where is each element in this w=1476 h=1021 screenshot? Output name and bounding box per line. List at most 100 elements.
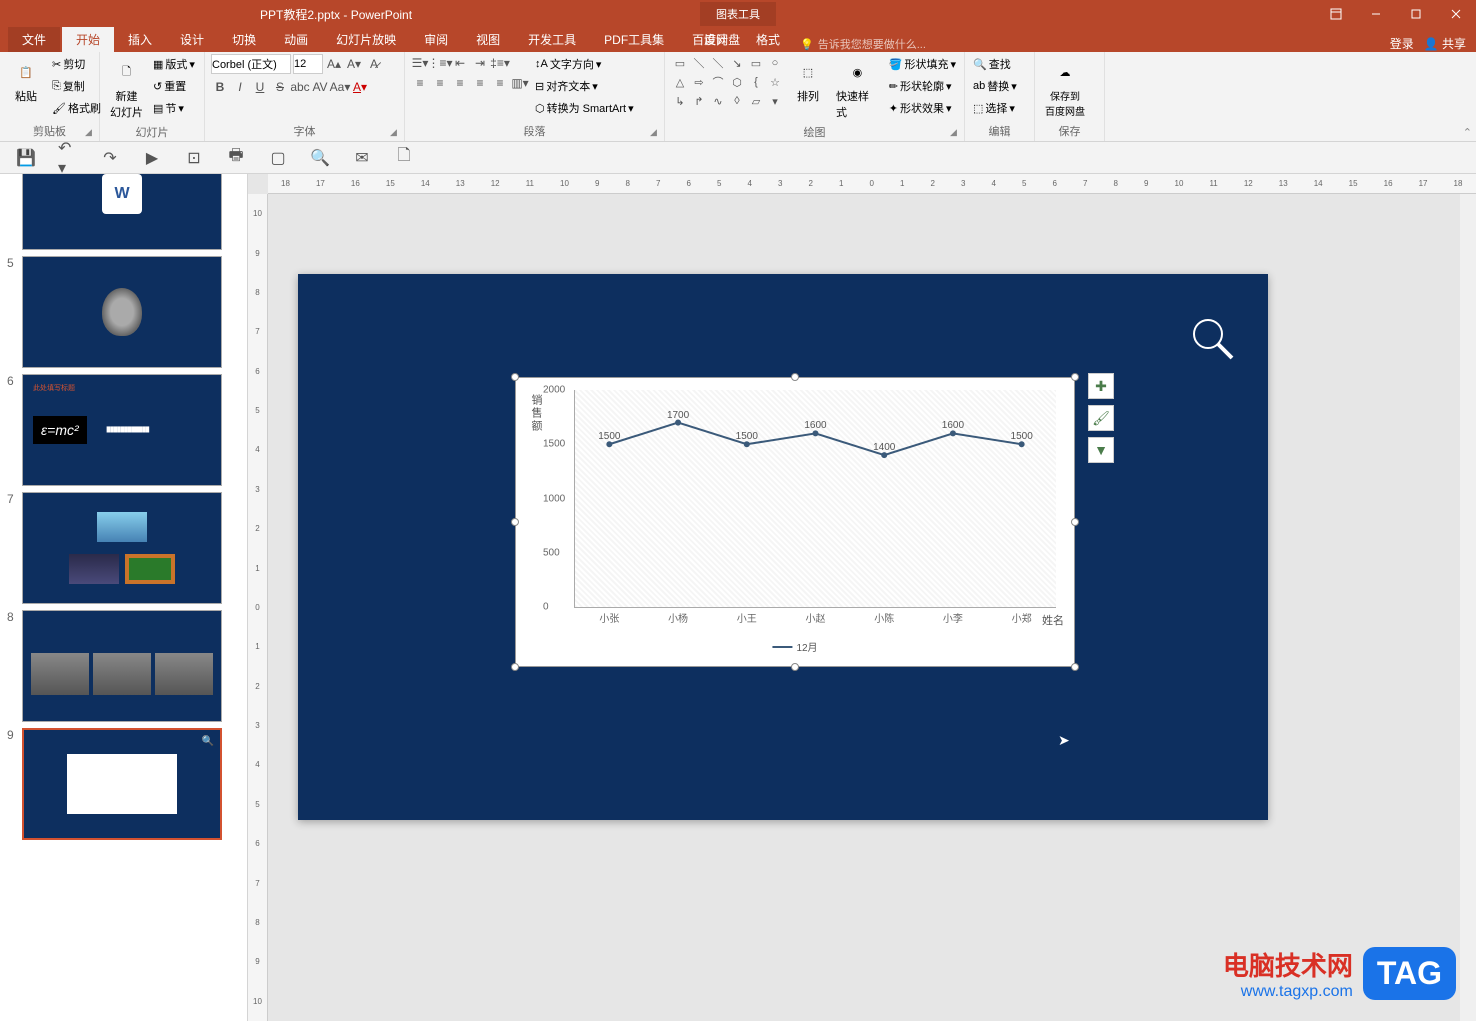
clipboard-launcher[interactable]: ◢ [85,127,97,139]
paste-button[interactable]: 📋 粘贴 [6,54,46,106]
tell-me-search[interactable]: 💡 告诉我您想要做什么... [800,36,926,52]
font-color-icon[interactable]: A▾ [351,78,369,96]
tab-view[interactable]: 视图 [462,27,514,52]
justify-icon[interactable]: ≡ [471,74,489,92]
copy-button[interactable]: ⎘复制 [50,76,103,96]
align-right-icon[interactable]: ≡ [451,74,469,92]
shape-circle-icon[interactable]: ○ [766,54,784,72]
slide-thumb-6[interactable]: 6 此处填写标题 ε=mc²████████████ [22,374,239,486]
shapes-gallery[interactable]: ▭＼＼↘▭○ △⇨⌒⬡{☆ ↳↱∿◊▱▾ [671,54,784,110]
align-text-button[interactable]: ⊟对齐文本 ▾ [533,76,636,96]
align-center-icon[interactable]: ≡ [431,74,449,92]
slide-thumbnails-panel[interactable]: W 5 6 此处填写标题 ε=mc²████████████ 7 8 9 🔍 [0,174,248,1021]
section-button[interactable]: ▤节 ▾ [151,98,197,118]
shape-line-icon[interactable]: ＼ [690,54,708,72]
quickstyle-button[interactable]: ◉快速样式 [832,54,883,122]
shape-conn2-icon[interactable]: ↱ [690,92,708,110]
numbering-icon[interactable]: ⋮≡▾ [431,54,449,72]
qat-from-start-icon[interactable]: ▶ [142,148,162,168]
bullets-icon[interactable]: ☰▾ [411,54,429,72]
qat-preview-icon[interactable]: 🔍 [310,148,330,168]
line-spacing-icon[interactable]: ‡≡▾ [491,54,509,72]
chart-styles-button[interactable]: 🖌 [1088,405,1114,431]
resize-handle-tm[interactable] [791,373,799,381]
find-button[interactable]: 🔍查找 [971,54,1019,74]
bold-icon[interactable]: B [211,78,229,96]
tab-developer[interactable]: 开发工具 [514,27,590,52]
share-button[interactable]: 👤 共享 [1424,35,1466,52]
resize-handle-br[interactable] [1071,663,1079,671]
cut-button[interactable]: ✂剪切 [50,54,103,74]
spacing-icon[interactable]: AV [311,78,329,96]
ribbon-options-icon[interactable] [1316,0,1356,28]
dec-indent-icon[interactable]: ⇤ [451,54,469,72]
login-link[interactable]: 登录 [1390,35,1414,52]
tab-animations[interactable]: 动画 [270,27,322,52]
paragraph-launcher[interactable]: ◢ [650,127,662,139]
slide-thumb-4[interactable]: W [22,174,239,250]
tab-insert[interactable]: 插入 [114,27,166,52]
select-button[interactable]: ⬚选择 ▾ [971,98,1019,118]
shape-hex-icon[interactable]: ⬡ [728,73,746,91]
shape-arc-icon[interactable]: ⌒ [709,73,727,91]
minimize-icon[interactable] [1356,0,1396,28]
new-slide-button[interactable]: 🗋 新建 幻灯片 [106,54,147,122]
qat-redo-icon[interactable]: ↷ [100,148,120,168]
tab-file[interactable]: 文件 [8,27,60,52]
font-size-select[interactable] [293,54,323,74]
qat-email-icon[interactable]: ✉ [352,148,372,168]
slide-canvas[interactable]: ✚ 🖌 ▼ 销售额 姓名 0500100015002000小张1500小杨170… [298,274,1268,820]
tab-review[interactable]: 审阅 [410,27,462,52]
chart-object[interactable]: ✚ 🖌 ▼ 销售额 姓名 0500100015002000小张1500小杨170… [515,377,1075,667]
tab-pdf[interactable]: PDF工具集 [590,27,678,52]
shape-arrow-icon[interactable]: ↘ [728,54,746,72]
tab-design[interactable]: 设计 [166,27,218,52]
qat-save-icon[interactable]: 💾 [16,148,36,168]
shape-arrow2-icon[interactable]: ⇨ [690,73,708,91]
shape-conn-icon[interactable]: ↳ [671,92,689,110]
qat-new-icon[interactable]: 🗋 [394,148,414,168]
save-baidu-button[interactable]: ☁保存到 百度网盘 [1041,54,1089,120]
replace-button[interactable]: ab替换 ▾ [971,76,1019,96]
tab-chart-format[interactable]: 格式 [742,27,794,52]
shape-outline-button[interactable]: ✏形状轮廓 ▾ [887,76,958,96]
vertical-scrollbar[interactable] [1460,194,1476,1021]
resize-handle-tl[interactable] [511,373,519,381]
resize-handle-bm[interactable] [791,663,799,671]
close-icon[interactable] [1436,0,1476,28]
shape-expand-icon[interactable]: ▾ [766,92,784,110]
shape-curve-icon[interactable]: ∿ [709,92,727,110]
chart-plot-area[interactable]: 0500100015002000小张1500小杨1700小王1500小赵1600… [574,390,1056,608]
slide-thumb-9[interactable]: 9 🔍 [22,728,239,840]
resize-handle-tr[interactable] [1071,373,1079,381]
qat-undo-icon[interactable]: ↶ ▾ [58,148,78,168]
slide-thumb-5[interactable]: 5 [22,256,239,368]
arrange-button[interactable]: ⬚排列 [788,54,828,106]
chart-filters-button[interactable]: ▼ [1088,437,1114,463]
columns-icon[interactable]: ▥▾ [511,74,529,92]
shape-brace-icon[interactable]: { [747,73,765,91]
tab-transitions[interactable]: 切换 [218,27,270,52]
maximize-icon[interactable] [1396,0,1436,28]
shape-fill-button[interactable]: 🪣形状填充 ▾ [887,54,958,74]
underline-icon[interactable]: U [251,78,269,96]
shape-tri-icon[interactable]: △ [671,73,689,91]
shape-line2-icon[interactable]: ＼ [709,54,727,72]
reset-button[interactable]: ↺重置 [151,76,197,96]
text-direction-button[interactable]: ↕A文字方向 ▾ [533,54,636,74]
tab-chart-design[interactable]: 设计 [690,27,742,52]
grow-font-icon[interactable]: A▴ [325,55,343,73]
shape-more2-icon[interactable]: ▱ [747,92,765,110]
qat-present-icon[interactable]: ▢ [268,148,288,168]
case-icon[interactable]: Aa▾ [331,78,349,96]
shape-more1-icon[interactable]: ◊ [728,92,746,110]
inc-indent-icon[interactable]: ⇥ [471,54,489,72]
qat-touch-icon[interactable]: ⊡ [184,148,204,168]
shape-rect-icon[interactable]: ▭ [671,54,689,72]
shadow-icon[interactable]: abc [291,78,309,96]
font-name-select[interactable] [211,54,291,74]
tab-slideshow[interactable]: 幻灯片放映 [322,27,410,52]
font-launcher[interactable]: ◢ [390,127,402,139]
resize-handle-bl[interactable] [511,663,519,671]
slide-thumb-8[interactable]: 8 [22,610,239,722]
